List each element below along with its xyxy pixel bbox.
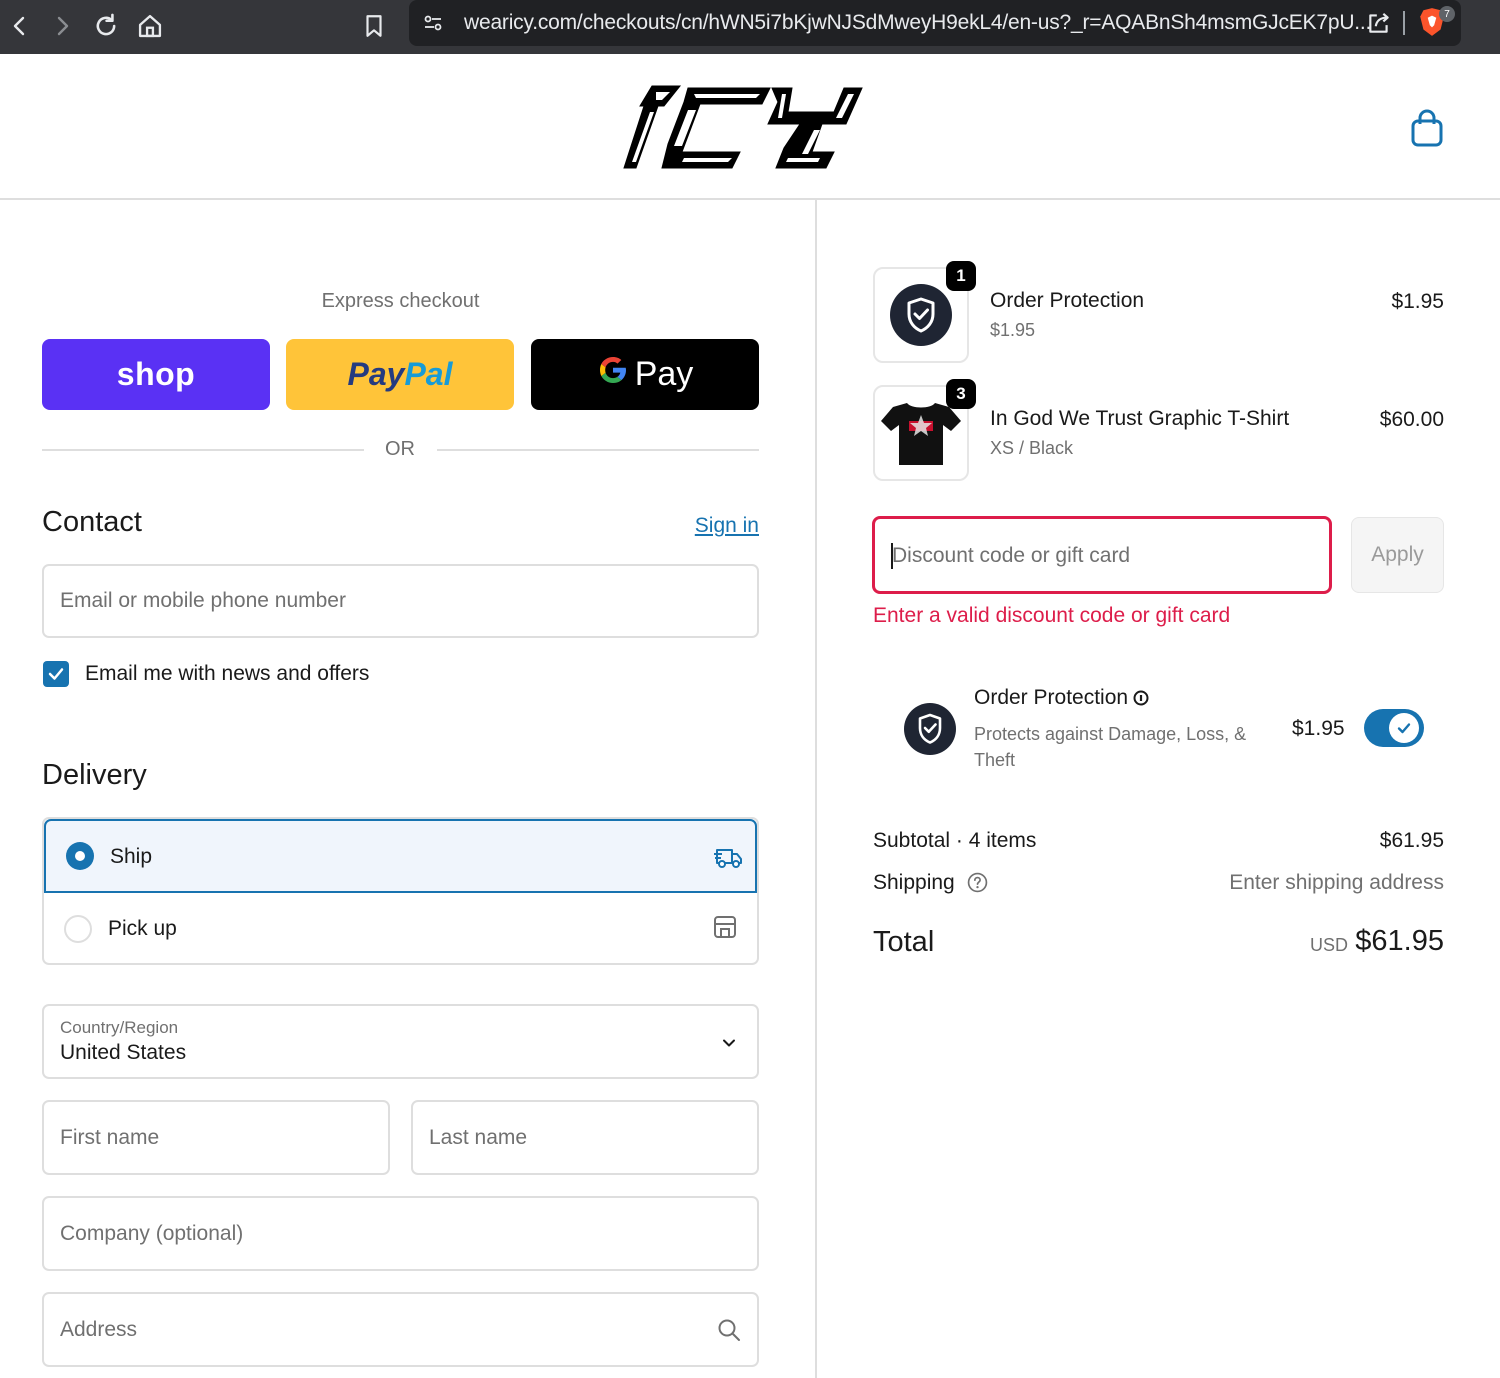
order-protection-title: Order Protection [974,686,1129,709]
contact-heading: Contact [42,506,142,538]
pickup-radio[interactable] [64,915,92,943]
last-name-placeholder: Last name [429,1125,528,1149]
google-pay-button[interactable]: Pay [531,339,759,410]
subtotal-value: $61.95 [1379,829,1444,852]
item-name: In God We Trust Graphic T-Shirt [990,407,1290,430]
country-value: United States [60,1041,187,1064]
email-placeholder: Email or mobile phone number [60,589,346,612]
delivery-heading: Delivery [42,759,147,791]
total-label: Total [873,926,935,958]
or-label: OR [385,438,415,460]
quantity-badge: 1 [946,261,976,291]
address-placeholder: Address [60,1317,138,1341]
back-icon[interactable] [0,6,40,46]
item-variant: XS / Black [990,438,1074,458]
country-select[interactable]: Country/Region United States [42,1004,759,1079]
first-name-placeholder: First name [60,1125,160,1149]
store-icon [712,914,738,945]
total-currency: USD [1309,935,1348,955]
url-text[interactable]: wearicy.com/checkouts/cn/hWN5i7bKjwNJSdM… [464,11,1371,35]
discount-placeholder: Discount code or gift card [892,544,1131,567]
paypal-label-pal: Pal [404,356,453,392]
chevron-down-icon [720,1034,738,1057]
express-checkout-label: Express checkout [321,290,480,312]
share-icon[interactable] [1366,10,1392,41]
address-field[interactable]: Address [42,1292,759,1367]
cart-bag-icon[interactable] [1408,108,1446,153]
total-value: $61.95 [1355,925,1444,957]
truck-icon [714,843,744,876]
search-icon[interactable] [716,1317,742,1348]
checkmark-icon [1397,723,1411,734]
sign-in-link[interactable]: Sign in [640,514,759,538]
country-label: Country/Region [60,1018,179,1037]
google-g-icon [597,354,629,395]
paypal-button[interactable]: Pay Pal [286,339,514,410]
shield-check-icon [890,284,952,346]
item-variant: $1.95 [990,320,1036,340]
delivery-option-ship[interactable]: Ship [44,819,757,893]
help-icon[interactable] [967,872,988,893]
discount-error-message: Enter a valid discount code or gift card [873,604,1231,627]
site-settings-icon[interactable] [421,11,445,40]
ship-radio[interactable] [66,842,94,870]
shop-pay-button[interactable]: shop [42,339,270,410]
checkmark-icon [48,668,64,680]
shop-pay-label: shop [116,356,196,392]
browser-toolbar: wearicy.com/checkouts/cn/hWN5i7bKjwNJSdM… [0,0,1500,54]
item-price: $60.00 [1379,408,1444,431]
or-divider-left [42,449,364,451]
first-name-field[interactable]: First name [42,1100,390,1175]
address-bar[interactable]: wearicy.com/checkouts/cn/hWN5i7bKjwNJSdM… [409,0,1461,46]
ship-label: Ship [110,845,153,868]
toolbar-divider [1403,11,1405,35]
or-divider-right [437,449,759,451]
subtotal-label: Subtotal · 4 items [873,829,1037,852]
info-icon[interactable] [1133,690,1149,711]
company-placeholder: Company (optional) [60,1221,244,1245]
item-price: $1.95 [1391,290,1444,313]
google-pay-label: Pay [634,355,694,393]
apply-discount-button[interactable]: Apply [1351,517,1444,593]
discount-code-input[interactable]: Discount code or gift card [872,516,1332,594]
reload-icon[interactable] [86,6,126,46]
order-protection-toggle[interactable] [1364,709,1424,747]
order-protection-price: $1.95 [1292,717,1345,740]
shipping-label-text: Shipping [873,871,955,894]
delivery-option-pickup[interactable]: Pick up [44,893,757,963]
bookmark-icon[interactable] [354,6,394,46]
brave-badge-count: 7 [1439,6,1455,22]
paypal-label-pay: Pay [347,356,405,392]
pickup-label: Pick up [108,917,177,940]
toggle-knob [1389,713,1419,743]
forward-icon[interactable] [42,6,82,46]
news-offers-label[interactable]: Email me with news and offers [85,662,369,686]
shipping-label: Shipping [873,871,988,895]
store-header [0,54,1500,200]
delivery-method-group: Ship Pick up [42,817,759,965]
item-name: Order Protection [990,289,1145,312]
news-offers-checkbox[interactable] [43,661,69,687]
order-protection-description: Protects against Damage, Loss, & Theft [974,724,1247,770]
shipping-value: Enter shipping address [1229,871,1444,894]
last-name-field[interactable]: Last name [411,1100,759,1175]
column-divider [815,200,817,1378]
quantity-badge: 3 [946,379,976,409]
icy-logo[interactable] [622,82,864,177]
shield-check-icon [904,703,956,760]
email-field[interactable]: Email or mobile phone number [42,564,759,638]
home-icon[interactable] [130,6,170,46]
company-field[interactable]: Company (optional) [42,1196,759,1271]
